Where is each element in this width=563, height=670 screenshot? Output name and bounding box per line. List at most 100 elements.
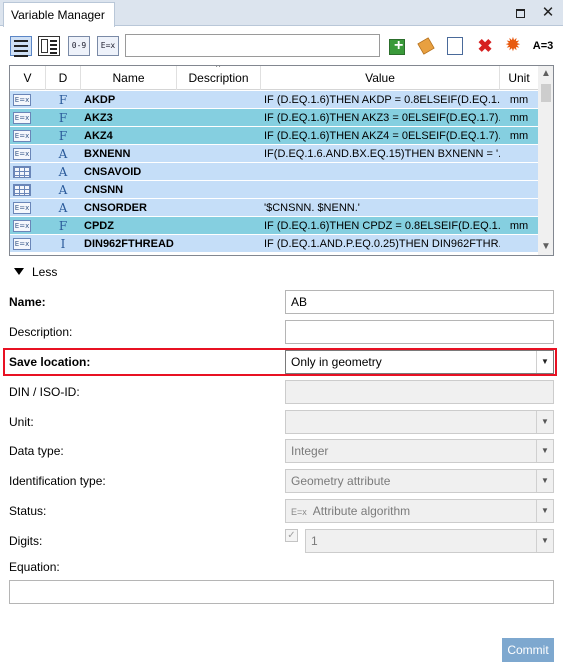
name-field[interactable]: AB (285, 290, 554, 314)
cell-unit (500, 145, 538, 163)
cell-name: CPDZ (84, 220, 114, 232)
name-value: AB (291, 295, 308, 309)
din-field[interactable] (285, 380, 554, 404)
data-type-label: Data type: (9, 444, 64, 458)
chevron-down-icon[interactable]: ▼ (536, 530, 553, 552)
data-type-select[interactable]: Integer ▼ (285, 439, 554, 463)
equation-field[interactable] (9, 580, 554, 604)
cell-unit: mm (509, 112, 529, 124)
table-row[interactable]: E=x F AKZ3 IF (D.EQ.1.6)THEN AKZ3 = 0ELSEIF… (10, 109, 538, 127)
chevron-down-icon[interactable]: ▼ (536, 470, 553, 492)
cell-description (176, 127, 260, 145)
close-icon[interactable]: ✕ (540, 5, 556, 21)
chevron-down-icon[interactable]: ▼ (536, 440, 553, 462)
cell-unit (500, 199, 538, 217)
table-row[interactable]: E=x A BXNENN IF(D.EQ.1.6.AND.BX.EQ.15)THEN … (10, 145, 538, 163)
table-variable-icon (13, 166, 31, 179)
digits-select[interactable]: 1 ▼ (305, 529, 554, 553)
description-label: Description: (9, 325, 73, 339)
chevron-down-icon[interactable]: ▼ (536, 351, 553, 373)
commit-button[interactable]: Commit (502, 638, 554, 662)
cell-value: IF (D.EQ.1.6)THEN CPDZ = 0.8ELSEIF(D.EQ.… (264, 220, 500, 232)
datatype-icon: A (58, 183, 68, 197)
chevron-down-icon[interactable]: ▼ (536, 411, 553, 433)
equation-icon: E=x (291, 507, 307, 517)
delete-icon[interactable]: ✖ (474, 36, 496, 56)
less-label: Less (32, 265, 58, 279)
cell-unit: mm (509, 94, 529, 106)
maximize-icon[interactable] (512, 5, 528, 21)
list-view-icon[interactable] (10, 36, 32, 57)
cell-value: IF(D.EQ.1.6.AND.BX.EQ.15)THEN BXNENN = '… (264, 148, 500, 160)
equation-variable-icon: E=x (13, 220, 31, 233)
copy-variable-icon[interactable] (447, 37, 463, 55)
cell-name: AKDP (84, 94, 116, 106)
cell-d: A (46, 181, 80, 199)
label-icon-1[interactable]: 0-9 (68, 36, 90, 56)
less-toggle[interactable]: Less (14, 265, 57, 279)
col-header-name[interactable]: Name (81, 66, 177, 90)
cell-name: CNSORDER (84, 202, 147, 214)
scroll-thumb[interactable] (541, 84, 551, 102)
description-field[interactable] (285, 320, 554, 344)
cell-description (176, 181, 260, 199)
col-header-value[interactable]: Value (261, 66, 500, 90)
cell-name: DIN962FTHREAD (84, 238, 174, 250)
unit-select[interactable]: ▼ (285, 410, 554, 434)
edit-variable-icon[interactable] (417, 37, 435, 55)
cell-value: IF (D.EQ.1.6)THEN AKZ4 = 0ELSEIF(D.EQ.1.… (264, 130, 500, 142)
din-label: DIN / ISO-ID: (9, 385, 80, 399)
cell-value (261, 181, 500, 199)
cell-d: I (46, 235, 80, 253)
datatype-icon: A (58, 165, 68, 179)
col-header-d[interactable]: D (46, 66, 81, 90)
variables-table[interactable]: V D Name Description ^ Value Unit E=x F AK… (9, 65, 554, 256)
table-row[interactable]: E=x A CNSORDER '$CNSNN. $NENN.' (10, 199, 538, 217)
table-row[interactable]: E=x F CPDZ IF (D.EQ.1.6)THEN CPDZ = 0.8ELSE… (10, 217, 538, 235)
status-label: Status: (9, 504, 47, 518)
scroll-up-icon[interactable]: ▲ (538, 66, 553, 82)
cell-v (10, 163, 46, 181)
table-row[interactable]: E=x I DIN962FTHREAD IF (D.EQ.1.AND.P.EQ.0.2… (10, 235, 538, 253)
col-header-v[interactable]: V (10, 66, 46, 90)
identification-type-value: Geometry attribute (291, 474, 391, 488)
search-input[interactable] (125, 34, 380, 57)
digits-label: Digits: (9, 534, 43, 548)
cell-v: E=x (10, 109, 46, 127)
cell-d: A (46, 145, 80, 163)
cell-v: E=x (10, 127, 46, 145)
assign-icon[interactable]: A=3 (530, 36, 556, 56)
name-label: Name: (9, 295, 46, 309)
warning-gear-icon[interactable]: ✹ (502, 36, 524, 56)
cell-description (176, 235, 260, 253)
table-row[interactable]: A CNSNN (10, 181, 538, 199)
table-header: V D Name Description ^ Value Unit (10, 66, 538, 90)
table-row[interactable]: A CNSAVOID (10, 163, 538, 181)
col-header-unit[interactable]: Unit (500, 66, 538, 90)
identification-type-select[interactable]: Geometry attribute ▼ (285, 469, 554, 493)
cell-d: F (46, 217, 80, 235)
cell-v (10, 181, 46, 199)
table-row[interactable]: E=x F AKDP IF (D.EQ.1.6)THEN AKDP = 0.8ELSE… (10, 91, 538, 109)
scroll-down-icon[interactable]: ▼ (538, 239, 553, 255)
cell-name: AKZ3 (84, 112, 113, 124)
cell-description (176, 145, 260, 163)
cell-unit (500, 181, 538, 199)
digits-checkbox[interactable]: ✓ (285, 529, 298, 542)
window-title-tab[interactable]: Variable Manager (3, 2, 115, 27)
add-variable-icon[interactable] (389, 37, 405, 55)
cell-description (176, 109, 260, 127)
chevron-down-icon[interactable]: ▼ (536, 500, 553, 522)
cell-d: F (46, 91, 80, 109)
sort-caret-icon: ^ (216, 65, 221, 72)
cell-name: AKZ4 (84, 130, 113, 142)
status-select[interactable]: E=x Attribute algorithm ▼ (285, 499, 554, 523)
equation-label: Equation: (9, 560, 60, 574)
datatype-icon: F (58, 219, 68, 233)
table-row[interactable]: E=x F AKZ4 IF (D.EQ.1.6)THEN AKZ4 = 0ELSEIF… (10, 127, 538, 145)
save-location-select[interactable]: Only in geometry ▼ (285, 350, 554, 374)
detail-view-icon[interactable] (38, 36, 60, 56)
table-scrollbar[interactable]: ▲ ▼ (538, 66, 553, 255)
label-icon-2[interactable]: E=x (97, 36, 119, 56)
datatype-icon: I (60, 237, 66, 251)
